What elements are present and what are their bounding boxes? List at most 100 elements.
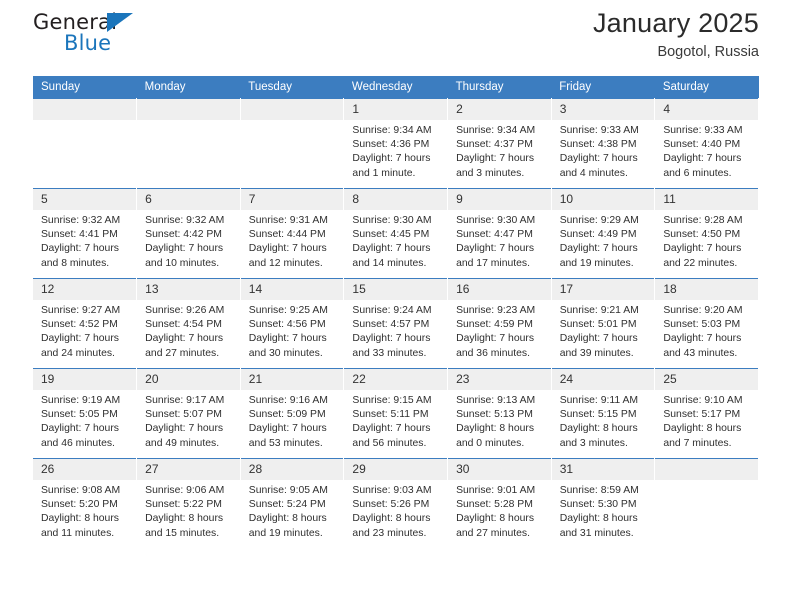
daylight-text-line2: and 17 minutes. — [456, 257, 530, 269]
calendar-day-cell[interactable]: 27 Sunrise: 9:06 AM Sunset: 5:22 PM Dayligh… — [136, 458, 241, 548]
calendar-day-cell[interactable]: 6 Sunrise: 9:32 AM Sunset: 4:42 PM Daylight… — [136, 188, 241, 279]
daylight-text-line1: Daylight: 7 hours — [663, 333, 742, 345]
calendar-day-cell[interactable]: 12 Sunrise: 9:27 AM Sunset: 4:52 PM Dayligh… — [33, 278, 138, 369]
daylight-text-line2: and 49 minutes. — [145, 437, 220, 449]
calendar-day-cell-empty — [33, 98, 138, 189]
sunrise-text: Sunrise: 9:16 AM — [248, 395, 328, 406]
calendar-week-row: 26 Sunrise: 9:08 AM Sunset: 5:20 PM Dayligh… — [33, 458, 759, 548]
day-number: 18 — [655, 279, 758, 300]
daylight-text-line1: Daylight: 7 hours — [352, 243, 431, 255]
calendar-day-cell[interactable]: 17 Sunrise: 9:21 AM Sunset: 5:01 PM Dayligh… — [551, 278, 656, 369]
page-header: General Blue January 2025 Bogotol, Russi… — [33, 0, 759, 76]
calendar-day-cell[interactable]: 25 Sunrise: 9:10 AM Sunset: 5:17 PM Dayligh… — [654, 368, 759, 459]
logo-text-blue: Blue — [64, 31, 112, 55]
sunrise-text: Sunrise: 9:17 AM — [145, 395, 225, 406]
day-details: Sunrise: 9:25 AM Sunset: 4:56 PM Daylight:… — [241, 300, 343, 361]
calendar-day-cell[interactable]: 8 Sunrise: 9:30 AM Sunset: 4:45 PM Daylight… — [343, 188, 449, 279]
location-subtitle: Bogotol, Russia — [657, 44, 759, 60]
calendar-day-cell[interactable]: 23 Sunrise: 9:13 AM Sunset: 5:13 PM Dayligh… — [447, 368, 552, 459]
daylight-text-line2: and 19 minutes. — [559, 257, 634, 269]
day-details: Sunrise: 9:32 AM Sunset: 4:41 PM Daylight:… — [33, 210, 136, 271]
sunset-text: Sunset: 5:05 PM — [41, 409, 118, 421]
calendar-day-cell[interactable]: 20 Sunrise: 9:17 AM Sunset: 5:07 PM Dayligh… — [136, 368, 241, 459]
daylight-text-line2: and 10 minutes. — [145, 257, 220, 269]
daylight-text-line2: and 7 minutes. — [663, 437, 732, 449]
day-details: Sunrise: 9:33 AM Sunset: 4:40 PM Daylight:… — [655, 120, 757, 181]
sunset-text: Sunset: 5:03 PM — [663, 319, 741, 331]
daylight-text-line2: and 3 minutes. — [456, 167, 525, 179]
day-details: Sunrise: 9:06 AM Sunset: 5:22 PM Daylight:… — [137, 480, 239, 541]
weekday-header-monday: Monday — [136, 76, 241, 99]
daylight-text-line1: Daylight: 7 hours — [352, 423, 431, 435]
day-details: Sunrise: 9:03 AM Sunset: 5:26 PM Daylight:… — [344, 480, 446, 541]
calendar-day-cell[interactable]: 30 Sunrise: 9:01 AM Sunset: 5:28 PM Dayligh… — [447, 458, 552, 548]
daylight-text-line2: and 27 minutes. — [456, 527, 530, 539]
sunrise-text: Sunrise: 9:25 AM — [248, 305, 328, 316]
calendar-day-cell[interactable]: 18 Sunrise: 9:20 AM Sunset: 5:03 PM Dayligh… — [654, 278, 759, 369]
calendar-day-cell[interactable]: 4 Sunrise: 9:33 AM Sunset: 4:40 PM Daylight… — [654, 98, 759, 189]
calendar-day-cell[interactable]: 15 Sunrise: 9:24 AM Sunset: 4:57 PM Dayligh… — [343, 278, 449, 369]
day-details: Sunrise: 9:05 AM Sunset: 5:24 PM Daylight:… — [241, 480, 343, 541]
day-details: Sunrise: 9:27 AM Sunset: 4:52 PM Daylight:… — [33, 300, 136, 361]
calendar-day-cell[interactable]: 14 Sunrise: 9:25 AM Sunset: 4:56 PM Dayligh… — [240, 278, 345, 369]
sunset-text: Sunset: 4:54 PM — [145, 319, 222, 331]
daylight-text-line1: Daylight: 7 hours — [145, 333, 224, 345]
sunrise-text: Sunrise: 9:34 AM — [456, 125, 536, 136]
day-details: Sunrise: 8:59 AM Sunset: 5:30 PM Daylight:… — [552, 480, 654, 541]
sunrise-text: Sunrise: 9:34 AM — [352, 125, 432, 136]
calendar-day-cell[interactable]: 13 Sunrise: 9:26 AM Sunset: 4:54 PM Dayligh… — [136, 278, 241, 369]
daylight-text-line2: and 33 minutes. — [352, 347, 427, 359]
calendar-day-cell[interactable]: 31 Sunrise: 8:59 AM Sunset: 5:30 PM Dayligh… — [551, 458, 656, 548]
generalblue-logo[interactable]: General Blue — [33, 10, 233, 66]
daylight-text-line1: Daylight: 7 hours — [663, 243, 742, 255]
calendar-day-cell[interactable]: 21 Sunrise: 9:16 AM Sunset: 5:09 PM Dayligh… — [240, 368, 345, 459]
sunrise-text: Sunrise: 9:30 AM — [352, 215, 432, 226]
calendar-day-cell[interactable]: 24 Sunrise: 9:11 AM Sunset: 5:15 PM Dayligh… — [551, 368, 656, 459]
daylight-text-line2: and 15 minutes. — [145, 527, 220, 539]
day-number: 7 — [240, 189, 343, 210]
day-details: Sunrise: 9:32 AM Sunset: 4:42 PM Daylight:… — [137, 210, 239, 271]
triangle-icon — [107, 13, 133, 32]
day-number: 17 — [551, 279, 654, 300]
sunrise-text: Sunrise: 9:33 AM — [663, 125, 743, 136]
calendar-day-cell[interactable]: 29 Sunrise: 9:03 AM Sunset: 5:26 PM Dayligh… — [343, 458, 449, 548]
calendar-day-cell[interactable]: 7 Sunrise: 9:31 AM Sunset: 4:44 PM Daylight… — [240, 188, 345, 279]
day-details: Sunrise: 9:01 AM Sunset: 5:28 PM Daylight:… — [448, 480, 550, 541]
calendar-day-cell[interactable]: 2 Sunrise: 9:34 AM Sunset: 4:37 PM Daylight… — [447, 98, 552, 189]
daylight-text-line1: Daylight: 7 hours — [352, 333, 431, 345]
sunset-text: Sunset: 5:15 PM — [559, 409, 637, 421]
calendar-day-cell[interactable]: 28 Sunrise: 9:05 AM Sunset: 5:24 PM Dayligh… — [240, 458, 345, 548]
calendar-day-cell[interactable]: 26 Sunrise: 9:08 AM Sunset: 5:20 PM Dayligh… — [33, 458, 138, 548]
calendar-day-cell[interactable]: 11 Sunrise: 9:28 AM Sunset: 4:50 PM Dayligh… — [654, 188, 759, 279]
daylight-text-line2: and 30 minutes. — [248, 347, 323, 359]
day-details: Sunrise: 9:11 AM Sunset: 5:15 PM Daylight:… — [552, 390, 654, 451]
sunset-text: Sunset: 4:42 PM — [145, 229, 222, 241]
sunset-text: Sunset: 4:37 PM — [456, 139, 533, 151]
day-number: 30 — [448, 459, 551, 480]
weekday-header-row: Sunday Monday Tuesday Wednesday Thursday… — [33, 76, 759, 99]
sunrise-text: Sunrise: 9:20 AM — [663, 305, 743, 316]
sunset-text: Sunset: 5:01 PM — [559, 319, 637, 331]
day-details: Sunrise: 9:16 AM Sunset: 5:09 PM Daylight:… — [241, 390, 343, 451]
sunset-text: Sunset: 5:09 PM — [248, 409, 326, 421]
daylight-text-line1: Daylight: 8 hours — [456, 513, 535, 525]
sunrise-text: Sunrise: 9:32 AM — [145, 215, 225, 226]
calendar-day-cell[interactable]: 16 Sunrise: 9:23 AM Sunset: 4:59 PM Dayligh… — [447, 278, 552, 369]
sunset-text: Sunset: 4:57 PM — [352, 319, 430, 331]
calendar-day-cell[interactable]: 1 Sunrise: 9:34 AM Sunset: 4:36 PM Daylight… — [343, 98, 449, 189]
calendar-day-cell[interactable]: 9 Sunrise: 9:30 AM Sunset: 4:47 PM Daylight… — [447, 188, 552, 279]
daylight-text-line2: and 39 minutes. — [559, 347, 634, 359]
calendar-day-cell[interactable]: 22 Sunrise: 9:15 AM Sunset: 5:11 PM Dayligh… — [343, 368, 449, 459]
calendar-day-cell[interactable]: 3 Sunrise: 9:33 AM Sunset: 4:38 PM Daylight… — [551, 98, 656, 189]
day-details: Sunrise: 9:33 AM Sunset: 4:38 PM Daylight:… — [552, 120, 654, 181]
day-details: Sunrise: 9:20 AM Sunset: 5:03 PM Daylight:… — [655, 300, 757, 361]
calendar-day-cell[interactable]: 10 Sunrise: 9:29 AM Sunset: 4:49 PM Dayligh… — [551, 188, 656, 279]
calendar-day-cell[interactable]: 5 Sunrise: 9:32 AM Sunset: 4:41 PM Daylight… — [33, 188, 138, 279]
sunrise-text: Sunrise: 9:23 AM — [456, 305, 536, 316]
daylight-text-line1: Daylight: 8 hours — [248, 513, 327, 525]
sunrise-text: Sunrise: 9:27 AM — [41, 305, 121, 316]
calendar-day-cell[interactable]: 19 Sunrise: 9:19 AM Sunset: 5:05 PM Dayligh… — [33, 368, 138, 459]
daylight-text-line2: and 22 minutes. — [663, 257, 738, 269]
daylight-text-line1: Daylight: 7 hours — [456, 153, 535, 165]
daylight-text-line2: and 43 minutes. — [663, 347, 738, 359]
